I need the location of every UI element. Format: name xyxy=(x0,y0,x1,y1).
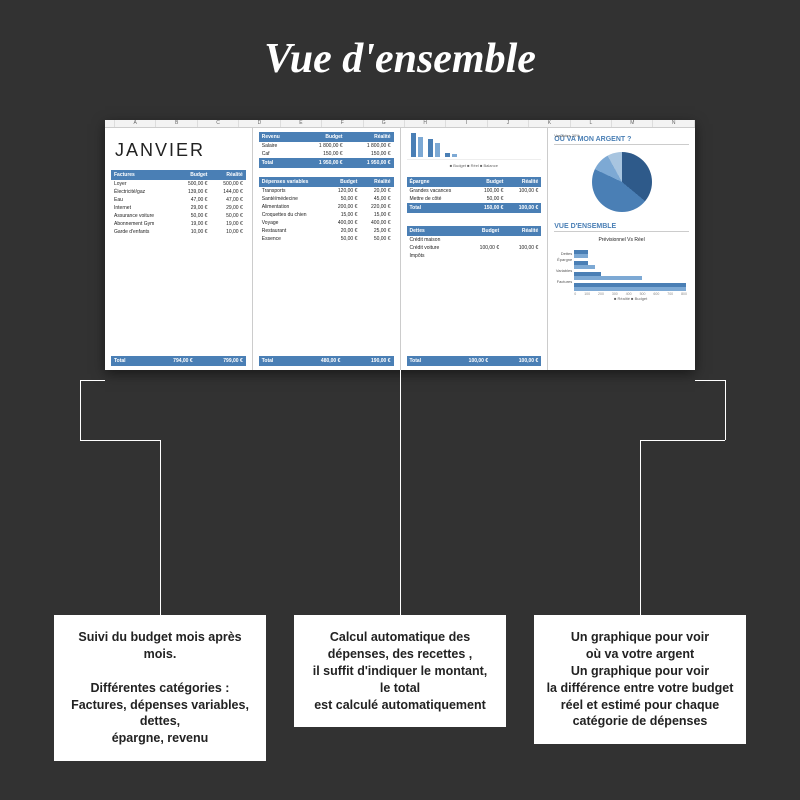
pie-label: Variables 20% xyxy=(554,133,580,138)
month-label: JANVIER xyxy=(111,132,246,167)
panel-factures: JANVIER FacturesBudgetRéalité Loyer500,0… xyxy=(105,128,253,370)
chart-mini-legend: ■ Budget ■ Réel ■ Balance xyxy=(407,163,542,168)
callout-left: Suivi du budget mois après mois. Différe… xyxy=(54,615,266,761)
connector-line xyxy=(640,440,641,615)
panel-epargne-dettes: ■ Budget ■ Réel ■ Balance ÉpargneBudgetR… xyxy=(401,128,549,370)
table-dettes: DettesBudgetRéalité Crédit maison Crédit… xyxy=(407,226,542,260)
table-epargne: ÉpargneBudgetRéalité Grandes vacances100… xyxy=(407,177,542,213)
page-title: Vue d'ensemble xyxy=(0,0,800,83)
panel-revenu-variables: RevenuBudgetRéalité Salaire1 800,00 €1 8… xyxy=(253,128,401,370)
connector-line xyxy=(695,380,725,381)
column-headers: ABCDEFGHIJKLMN xyxy=(105,120,695,128)
connector-line xyxy=(640,440,725,441)
spreadsheet-preview: ABCDEFGHIJKLMN JANVIER FacturesBudgetRéa… xyxy=(105,120,695,370)
hbar-section: VUE D'ENSEMBLE xyxy=(554,223,689,232)
table-factures: FacturesBudgetRéalité Loyer500,00 €500,0… xyxy=(111,170,246,236)
table-variables: Dépenses variablesBudgetRéalité Transpor… xyxy=(259,177,394,243)
table-revenu: RevenuBudgetRéalité Salaire1 800,00 €1 8… xyxy=(259,132,394,168)
panel-charts: OÙ VA MON ARGENT ? Dettes 11% Factures 5… xyxy=(548,128,695,370)
hbar-chart: Dettes Épargne Variables Factures 010020… xyxy=(554,246,689,316)
chart-mini-bars xyxy=(407,132,542,160)
pie-chart-icon xyxy=(592,152,652,212)
callout-right: Un graphique pour voiroù va votre argent… xyxy=(534,615,746,744)
connector-line xyxy=(400,370,401,615)
connector-line xyxy=(80,380,81,440)
connector-line xyxy=(80,380,105,381)
callout-mid: Calcul automatique desdépenses, des rece… xyxy=(294,615,506,727)
connector-line xyxy=(160,440,161,615)
hbar-title: Prévisionnel Vs Réel xyxy=(554,237,689,243)
connector-line xyxy=(80,440,160,441)
connector-line xyxy=(725,380,726,440)
